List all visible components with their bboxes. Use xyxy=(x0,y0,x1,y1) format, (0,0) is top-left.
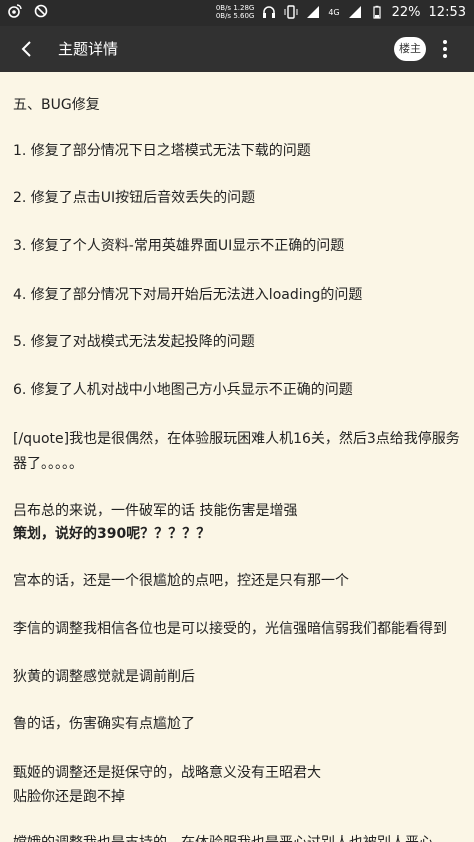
list-item: 6. 修复了人机对战中小地图己方小兵显示不正确的问题 xyxy=(13,382,353,398)
app-bar: 主题详情 楼主 xyxy=(0,26,474,72)
list-item: 2. 修复了点击UI按钮后音效丢失的问题 xyxy=(13,190,256,206)
list-item: 1. 修复了部分情况下日之塔模式无法下载的问题 xyxy=(13,143,311,159)
more-options-icon[interactable] xyxy=(440,38,450,60)
network-type: 4G xyxy=(328,7,340,17)
battery-percent: 22% xyxy=(391,4,421,20)
paragraph-line: 器了。。。。。 xyxy=(13,456,83,472)
paragraph-line: [/quote]我也是很偶然，在体验服玩困难人机16关，然后3点给我停服务 xyxy=(13,431,460,447)
paragraph-line: 吕布总的来说，一件破军的话 技能伤害是增强 xyxy=(13,503,298,519)
paragraph-line: 宫本的话，还是一个很尴尬的点吧，控还是只有那一个 xyxy=(13,573,349,589)
network-speed: 0B/s 1.28G 0B/s 5.60G xyxy=(215,4,255,20)
paragraph-line: 狄黄的调整感觉就是调前削后 xyxy=(13,669,195,685)
list-item: 3. 修复了个人资料-常用英雄界面UI显示不正确的问题 xyxy=(13,238,345,254)
back-arrow-icon[interactable] xyxy=(16,38,38,60)
page-title: 主题详情 xyxy=(58,40,119,58)
paragraph-line: 李信的调整我相信各位也是可以接受的，光信强暗信弱我们都能看得到 xyxy=(13,621,447,637)
section-heading: 五、BUG修复 xyxy=(13,97,100,113)
list-item: 4. 修复了部分情况下对局开始后无法进入loading的问题 xyxy=(13,287,363,303)
list-item: 5. 修复了对战模式无法发起投降的问题 xyxy=(13,334,255,350)
signal-4g-icon xyxy=(307,6,320,18)
post-content: 五、BUG修复 1. 修复了部分情况下日之塔模式无法下载的问题 2. 修复了点击… xyxy=(13,72,463,842)
paragraph-line: 嫦娥的调整我也是支持的，在体验服我也是恶心过别人也被别人恶心 xyxy=(13,832,433,842)
owner-only-button[interactable]: 楼主 xyxy=(394,37,426,61)
paragraph-line: 甄姬的调整还是挺保守的，战略意义没有王昭君大 xyxy=(13,765,321,781)
headphones-icon xyxy=(263,6,276,18)
status-bar: 0B/s 1.28G 0B/s 5.60G 4G 22% 12:53 xyxy=(0,0,474,26)
weibo-icon xyxy=(8,4,22,18)
paragraph-line: 鲁的话，伤害确实有点尴尬了 xyxy=(13,716,195,732)
signal-icon xyxy=(348,6,361,18)
paragraph-line-bold: 策划，说好的390呢？？？？？ xyxy=(13,526,211,542)
clock: 12:53 xyxy=(428,4,466,20)
do-not-disturb-icon xyxy=(34,4,48,18)
battery-icon xyxy=(373,5,381,19)
paragraph-line: 贴脸你还是跑不掉 xyxy=(13,789,125,805)
vibrate-icon xyxy=(284,5,298,19)
